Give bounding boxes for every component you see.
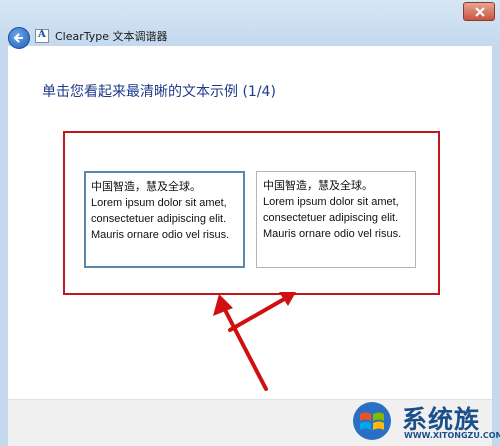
cleartype-window: A ClearType 文本调谐器 单击您看起来最清晰的文本示例 (1/4) 中…	[0, 0, 500, 446]
arrow-to-sample-1	[213, 294, 268, 391]
arrow-to-sample-2	[228, 292, 296, 332]
watermark-site-url: WWW.XITONGZU.COM	[404, 431, 500, 440]
windows-logo-icon	[353, 402, 391, 440]
site-watermark: 系统族 WWW.XITONGZU.COM	[348, 398, 500, 444]
annotation-arrows	[213, 292, 296, 391]
